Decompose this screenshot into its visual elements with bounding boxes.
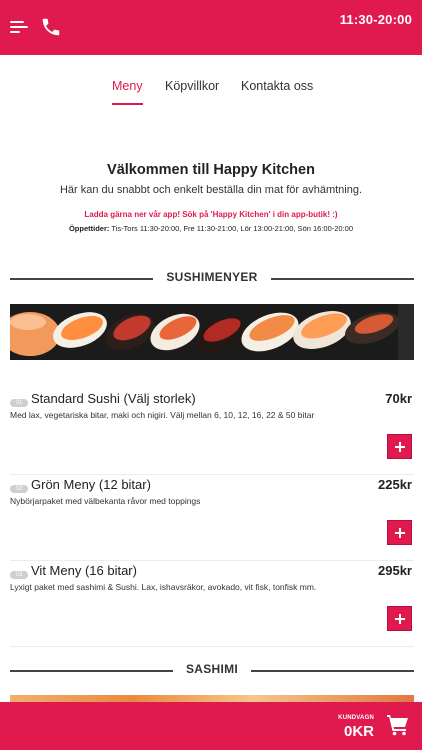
section-heading-sushimenyer: SUSHIMENYER <box>10 269 414 289</box>
tab-kontakta-oss[interactable]: Kontakta oss <box>241 79 313 93</box>
sushi-banner-image <box>10 304 414 360</box>
item-price: 225kr <box>378 477 412 492</box>
opening-hours-today: 11:30-20:00 <box>339 12 412 27</box>
section-title: SASHIMI <box>185 662 239 676</box>
welcome-block: Välkommen till Happy Kitchen Här kan du … <box>0 162 422 233</box>
item-name[interactable]: Standard Sushi (Välj storlek) <box>31 391 196 406</box>
item-price: 295kr <box>378 563 412 578</box>
add-to-cart-button[interactable] <box>387 434 412 459</box>
tab-kopvillkor[interactable]: Köpvillkor <box>165 79 219 93</box>
welcome-title: Välkommen till Happy Kitchen <box>107 162 315 178</box>
item-number-badge: 02 <box>10 485 28 493</box>
add-to-cart-button[interactable] <box>387 520 412 545</box>
cart-total: 0KR <box>343 723 374 740</box>
section-heading-sashimi: SASHIMI <box>10 661 414 681</box>
opening-hours-text: Tis-Tors 11:30-20:00, Fre 11:30-21:00, L… <box>111 224 354 233</box>
phone-icon[interactable] <box>40 16 62 38</box>
menu-item: 01 Standard Sushi (Välj storlek) 70kr Me… <box>10 391 414 475</box>
header-bar: 11:30-20:00 <box>0 0 422 55</box>
cart-bar[interactable]: KUNDVAGN 0KR <box>0 702 422 750</box>
shopping-cart-icon[interactable] <box>386 714 410 736</box>
opening-hours-label: Öppettider: <box>68 224 110 233</box>
item-name[interactable]: Grön Meny (12 bitar) <box>31 477 151 492</box>
item-price: 70kr <box>385 391 412 406</box>
app-promo-text: Ladda gärna ner vår app! Sök på 'Happy K… <box>84 210 338 219</box>
hamburger-menu-icon[interactable] <box>10 18 30 36</box>
item-number-badge: 01 <box>10 399 28 407</box>
item-description: Nybörjarpaket med välbekanta råvor med t… <box>10 496 201 506</box>
menu-item: 03 Vit Meny (16 bitar) 295kr Lyxigt pake… <box>10 563 414 647</box>
tab-meny[interactable]: Meny <box>112 79 143 105</box>
add-to-cart-button[interactable] <box>387 606 412 631</box>
opening-hours: Öppettider: Tis-Tors 11:30-20:00, Fre 11… <box>0 224 422 233</box>
section-title: SUSHIMENYER <box>166 270 258 284</box>
item-number-badge: 03 <box>10 571 28 579</box>
item-description: Med lax, vegetariska bitar, maki och nig… <box>10 410 315 420</box>
welcome-subtitle: Här kan du snabbt och enkelt beställa di… <box>59 184 363 196</box>
item-name[interactable]: Vit Meny (16 bitar) <box>31 563 137 578</box>
nav-tabs: Meny Köpvillkor Kontakta oss <box>0 79 422 109</box>
item-description: Lyxigt paket med sashimi & Sushi. Lax, i… <box>10 582 317 592</box>
menu-item: 02 Grön Meny (12 bitar) 225kr Nybörjarpa… <box>10 477 414 561</box>
cart-label: KUNDVAGN <box>338 715 374 721</box>
